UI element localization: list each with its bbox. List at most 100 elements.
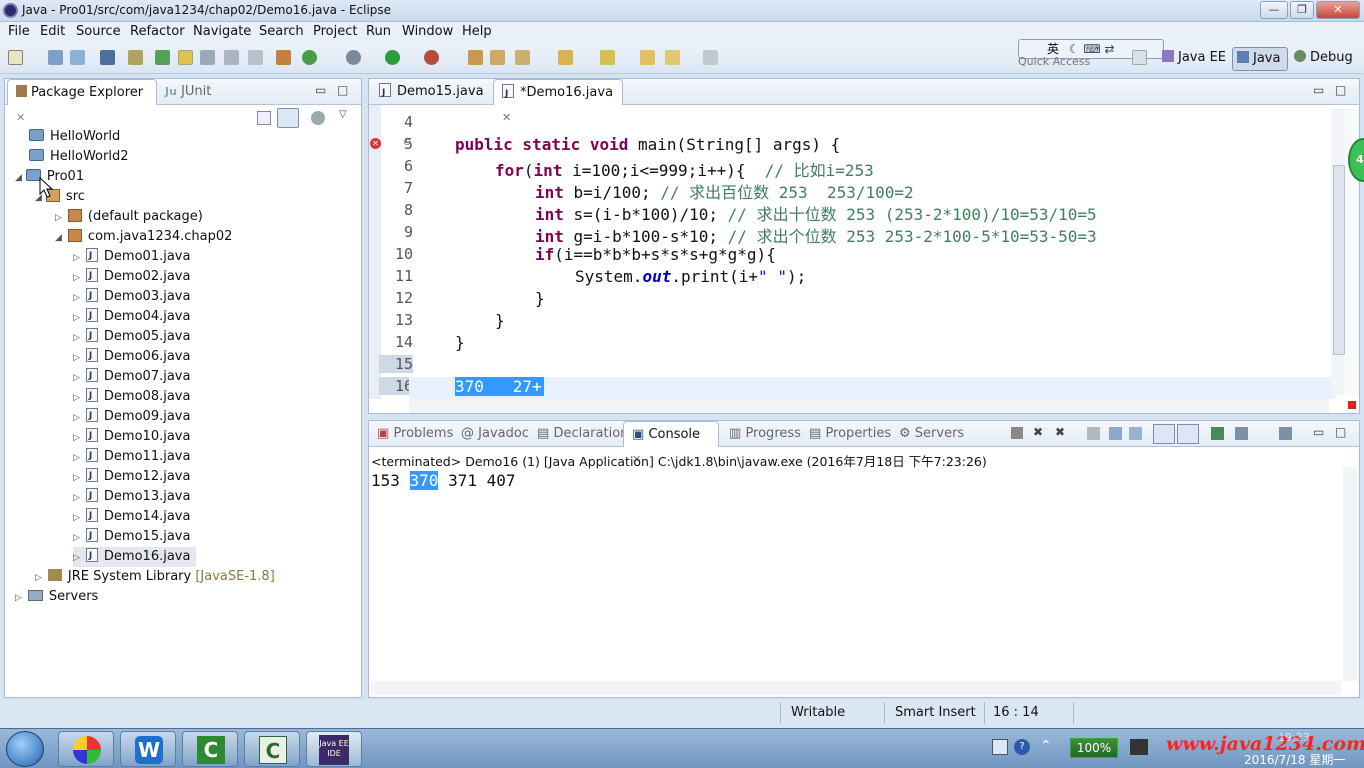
menu-source[interactable]: Source — [76, 24, 121, 39]
collapse-arrow-icon[interactable]: ▷ — [73, 453, 80, 463]
clock-date[interactable]: 2016/7/18 星期一 — [1244, 751, 1345, 768]
collapse-arrow-icon[interactable]: ▷ — [35, 573, 42, 583]
tree-item-servers[interactable]: ▷ Servers — [15, 587, 98, 607]
terminate-icon[interactable] — [1011, 427, 1023, 439]
console-output[interactable]: 153 370 371 407 — [371, 471, 516, 490]
tree-item-file[interactable]: ▷ Demo06.java — [73, 346, 190, 367]
tree-item-file[interactable]: ▷ Demo07.java — [73, 366, 190, 387]
debug-icon[interactable] — [346, 50, 361, 65]
menu-window[interactable]: Window — [402, 24, 453, 39]
toggle-mark-icon[interactable] — [155, 50, 170, 65]
tray-power-icon[interactable] — [1130, 739, 1148, 755]
collapse-arrow-icon[interactable]: ▷ — [73, 293, 80, 303]
menu-file[interactable]: File — [8, 24, 30, 39]
menu-help[interactable]: Help — [462, 24, 492, 39]
collapse-all-icon[interactable] — [257, 111, 271, 125]
taskbar-camtasia-recorder[interactable]: C — [244, 731, 300, 767]
block-selection-icon[interactable] — [200, 50, 215, 65]
tree-item-file[interactable]: ▷ Demo08.java — [73, 386, 190, 407]
error-marker-icon[interactable]: ✕ — [370, 138, 381, 149]
collapse-arrow-icon[interactable]: ▷ — [73, 513, 80, 523]
clock-time[interactable]: 19:23 — [1278, 731, 1310, 744]
tree-item-file[interactable]: ▷ Demo09.java — [73, 406, 190, 427]
menu-search[interactable]: Search — [259, 24, 304, 39]
close-button[interactable]: ✕ — [1316, 1, 1360, 19]
tray-help-icon[interactable]: ? — [1014, 739, 1030, 755]
tab-problems[interactable]: ▣ Problems — [369, 421, 461, 447]
tree-item-file[interactable]: ▷ Demo11.java — [73, 446, 190, 467]
collapse-arrow-icon[interactable]: ▷ — [73, 393, 80, 403]
tree-item-helloworld2[interactable]: HelloWorld2 — [29, 147, 128, 167]
code-area[interactable]: public static void main(String[] args) {… — [409, 105, 1335, 399]
new-java-project-icon[interactable] — [468, 50, 483, 65]
collapse-arrow-icon[interactable]: ▷ — [73, 313, 80, 323]
open-perspective-icon[interactable] — [1132, 50, 1147, 65]
display-console-icon[interactable] — [1235, 427, 1248, 440]
skip-breakpoints-icon[interactable] — [128, 50, 143, 65]
tab-properties[interactable]: ▤ Properties — [801, 421, 899, 447]
collapse-arrow-icon[interactable]: ▷ — [73, 493, 80, 503]
collapse-arrow-icon[interactable]: ▷ — [73, 433, 80, 443]
tree-item-file[interactable]: ▷ Demo05.java — [73, 326, 190, 347]
taskbar-camtasia[interactable]: C — [182, 731, 238, 767]
tree-item-helloworld[interactable]: HelloWorld — [29, 127, 120, 147]
external-tools-icon[interactable] — [424, 50, 439, 65]
menu-project[interactable]: Project — [313, 24, 357, 39]
pin-console-icon[interactable] — [1211, 427, 1224, 440]
tree-item-file-selected[interactable]: ▷ Demo16.java — [73, 546, 197, 567]
start-button[interactable] — [6, 731, 44, 767]
forward-arrow-icon[interactable] — [703, 50, 718, 65]
show-stdout-icon[interactable] — [1153, 424, 1175, 444]
tree-item-file[interactable]: ▷ Demo03.java — [73, 286, 190, 307]
expand-arrow-icon[interactable]: ◢ — [55, 233, 62, 243]
focus-icon[interactable] — [311, 111, 325, 125]
tray-ime-icon[interactable] — [992, 739, 1008, 755]
tree-item-file[interactable]: ▷ Demo15.java — [73, 526, 190, 547]
tree-item-jre-library[interactable]: ▷ JRE System Library [JavaSE-1.8] — [35, 567, 275, 587]
build-icon[interactable] — [276, 50, 291, 65]
menu-edit[interactable]: Edit — [40, 24, 65, 39]
tree-item-default-package[interactable]: ▷ (default package) — [55, 207, 203, 227]
console-vertical-scrollbar[interactable] — [1343, 467, 1357, 681]
terminal-icon[interactable] — [100, 50, 115, 65]
collapse-arrow-icon[interactable]: ▷ — [73, 333, 80, 343]
scroll-lock-icon[interactable] — [1109, 427, 1122, 440]
taskbar-wps[interactable]: W — [120, 731, 176, 767]
collapse-arrow-icon[interactable]: ▷ — [73, 473, 80, 483]
tab-progress[interactable]: ▥ Progress — [721, 421, 809, 447]
remove-all-icon[interactable]: ✖ — [1055, 425, 1065, 439]
menu-run[interactable]: Run — [366, 24, 391, 39]
tree-item-file[interactable]: ▷ Demo04.java — [73, 306, 190, 327]
collapse-arrow-icon[interactable]: ▷ — [55, 213, 62, 223]
tree-item-file[interactable]: ▷ Demo02.java — [73, 266, 190, 287]
remove-launch-icon[interactable]: ✖ — [1033, 425, 1043, 439]
tab-package-explorer[interactable]: Package Explorer ✕ — [7, 79, 157, 124]
search-icon[interactable] — [515, 50, 530, 65]
back-arrow-icon[interactable] — [665, 50, 680, 65]
minimize-view-icon[interactable]: ▭ — [1313, 425, 1324, 439]
save-icon[interactable] — [48, 50, 63, 65]
editor-horizontal-scrollbar[interactable] — [409, 399, 1329, 413]
close-tab-icon[interactable]: ✕ — [16, 111, 25, 124]
battery-indicator[interactable]: 100% — [1070, 738, 1118, 758]
show-stderr-icon[interactable] — [1177, 424, 1199, 444]
tab-junit[interactable]: Ju JUnit — [157, 79, 219, 105]
taskbar-eclipse[interactable]: Java EE IDE — [306, 731, 362, 767]
perspective-java[interactable]: Java — [1232, 47, 1288, 71]
refresh-icon[interactable] — [302, 50, 317, 65]
tree-item-file[interactable]: ▷ Demo14.java — [73, 506, 190, 527]
tab-demo16[interactable]: *Demo16.java ✕ — [493, 79, 623, 124]
collapse-arrow-icon[interactable]: ▷ — [73, 373, 80, 383]
maximize-button[interactable]: ❐ — [1290, 1, 1314, 19]
menu-navigate[interactable]: Navigate — [193, 24, 251, 39]
collapse-arrow-icon[interactable]: ▷ — [15, 593, 22, 603]
last-edit-icon[interactable] — [600, 50, 615, 65]
collapse-arrow-icon[interactable]: ▷ — [73, 253, 80, 263]
maximize-view-icon[interactable]: □ — [1335, 83, 1346, 97]
perspective-java-ee[interactable]: Java EE — [1162, 50, 1226, 68]
tray-expand-icon[interactable]: ⌃ — [1040, 738, 1052, 754]
tab-demo15[interactable]: Demo15.java — [371, 79, 495, 106]
clear-console-icon[interactable] — [1087, 427, 1100, 440]
minimize-button[interactable]: — — [1260, 1, 1288, 19]
tree-item-file[interactable]: ▷ Demo01.java — [73, 246, 190, 267]
